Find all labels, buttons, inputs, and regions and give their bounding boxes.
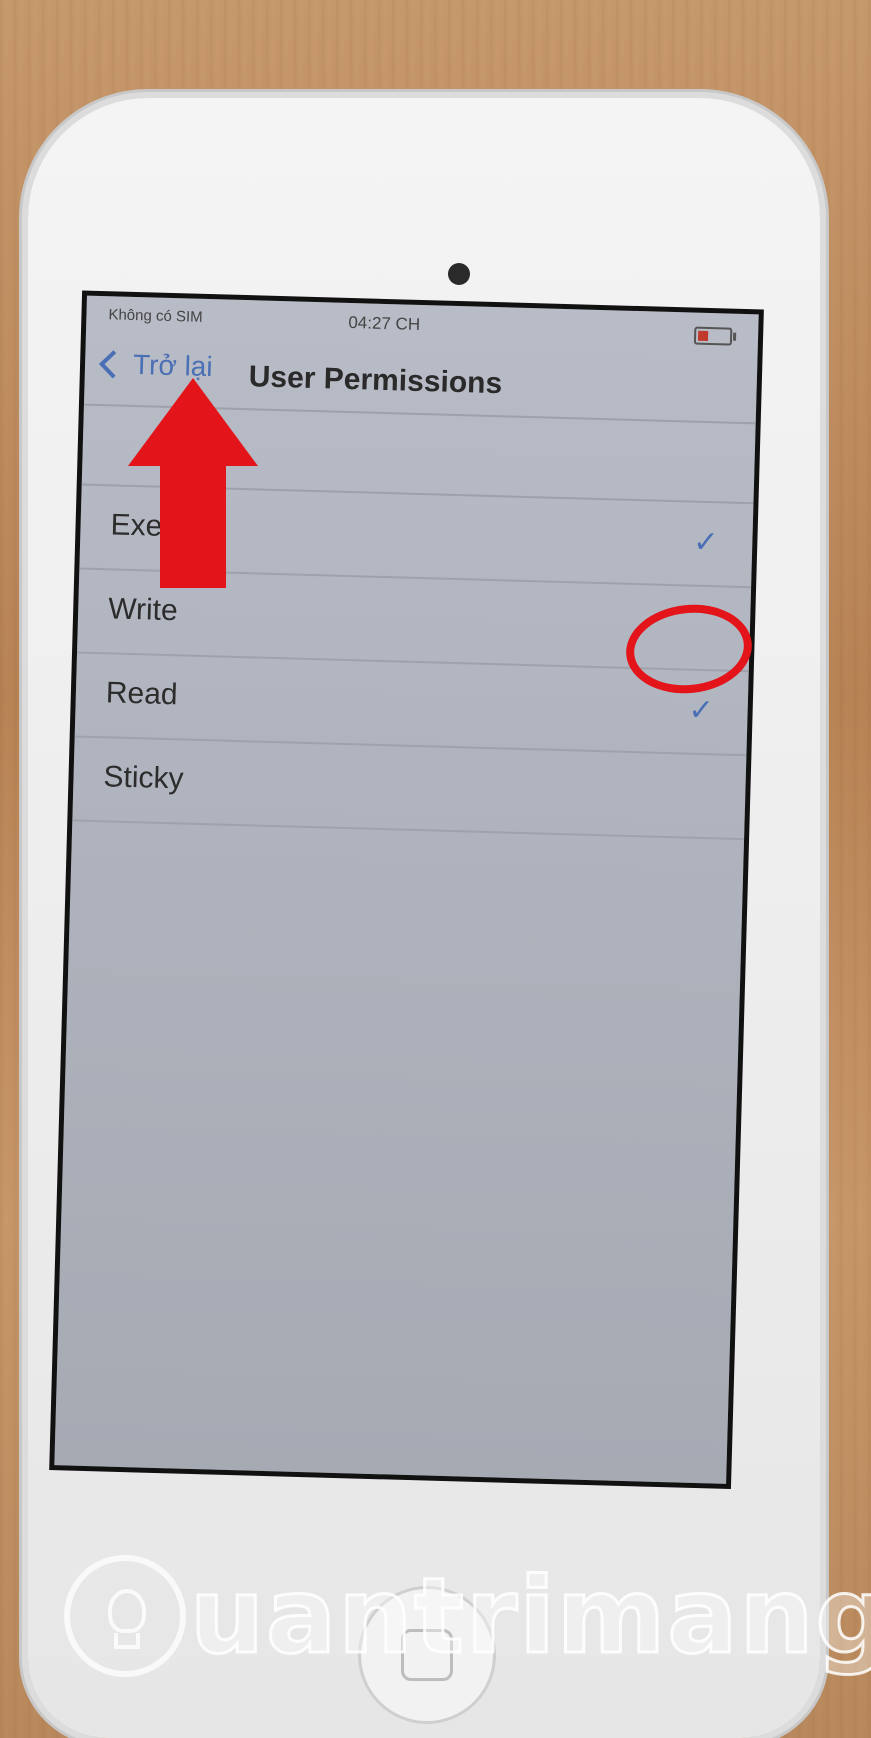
status-time: 04:27 CH — [348, 312, 421, 334]
red-arrow-annotation — [128, 378, 258, 588]
front-camera — [448, 263, 470, 285]
chevron-left-icon — [98, 350, 128, 379]
photo-scene: Không có SIM 04:27 CH Trở lại User Permi… — [0, 0, 871, 1738]
permission-label: Sticky — [103, 760, 185, 796]
permission-label: Write — [107, 592, 179, 628]
carrier-label: Không có SIM — [108, 306, 203, 326]
permission-row-sticky[interactable]: Sticky — [72, 737, 747, 841]
arrow-shape — [128, 378, 258, 588]
permission-label: Read — [105, 676, 179, 712]
page-title: User Permissions — [248, 360, 503, 401]
watermark-logo: uantrimang — [64, 1554, 871, 1679]
battery-icon — [693, 326, 733, 346]
checkmark-icon: ✓ — [688, 693, 715, 728]
checkmark-icon: ✓ — [692, 525, 719, 560]
watermark-text: uantrimang — [189, 1554, 871, 1679]
lightbulb-icon — [64, 1555, 186, 1677]
